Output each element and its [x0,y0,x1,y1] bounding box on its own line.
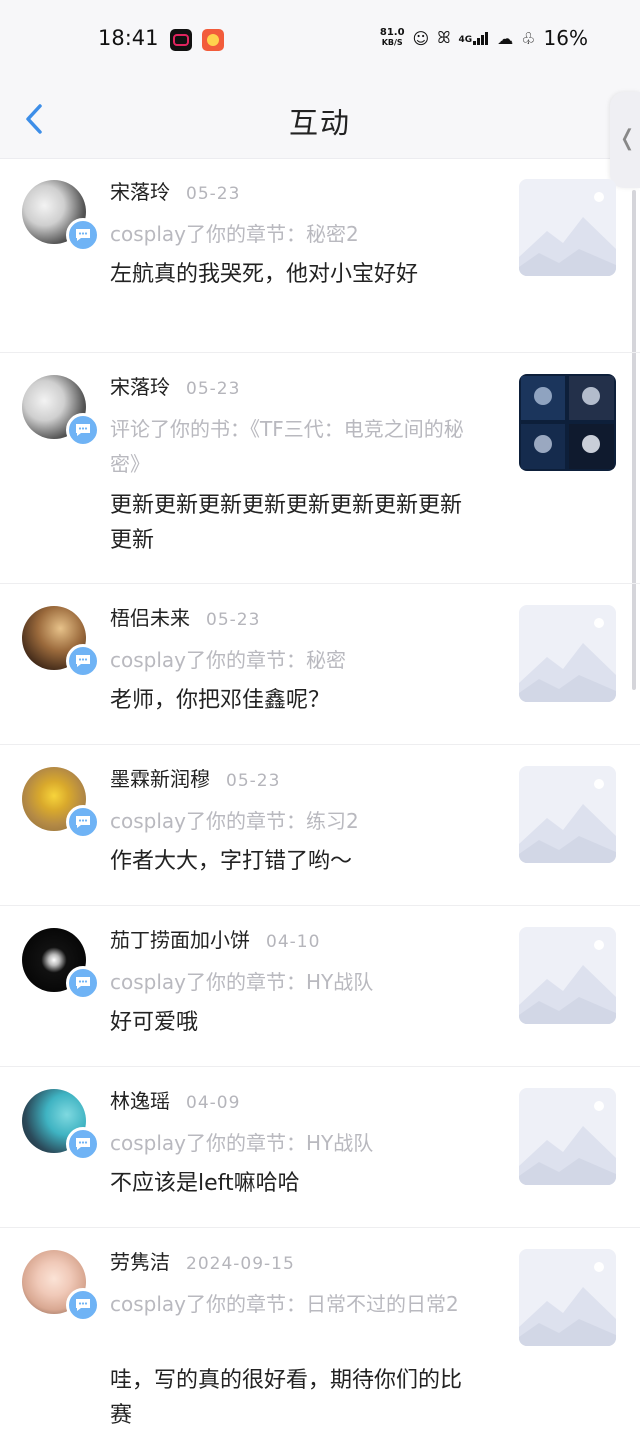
action-text: cosplay了你的章节：练习2 [110,809,359,833]
list-item[interactable]: 墨霖新润穆 05-23 cosplay了你的章节：练习2 作者大大，字打错了哟～ [0,745,640,906]
item-date: 04-09 [186,1093,241,1113]
item-date: 05-23 [226,771,281,791]
user-name[interactable]: 茄丁捞面加小饼 [110,928,250,952]
comment-badge-icon [66,1127,100,1161]
shop-app-icon [202,29,224,51]
user-name[interactable]: 梧侣未来 [110,606,190,630]
avatar[interactable] [22,1089,100,1161]
list-item[interactable]: 梧侣未来 05-23 cosplay了你的章节：秘密 老师，你把邓佳鑫呢？ [0,584,640,745]
chapter-thumbnail[interactable] [519,1249,616,1346]
status-time: 18:41 [98,26,159,50]
avatar[interactable] [22,606,100,678]
book-cover-thumbnail[interactable] [519,374,616,471]
action-text: 评论了你的书：《TF三代：电竞之间的秘密》 [110,417,464,476]
comment-text: 更新更新更新更新更新更新更新更新更新 [110,493,463,553]
header-bar: 互动 [0,80,640,159]
cloud-icon: ☁ [497,28,514,48]
interaction-list: 宋落玲 05-23 cosplay了你的章节：秘密2 左航真的我哭死，他对小宝好好… [0,158,640,1448]
comment-text: 左航真的我哭死，他对小宝好好 [110,262,419,287]
item-date: 05-23 [206,610,261,630]
chapter-thumbnail[interactable] [519,605,616,702]
avatar[interactable] [22,928,100,1000]
item-date: 2024-09-15 [186,1254,295,1274]
signal-icon: 4G [459,31,490,45]
list-item[interactable]: 宋落玲 05-23 cosplay了你的章节：秘密2 左航真的我哭死，他对小宝好好 [0,158,640,353]
net-speed-value: 81.0 [379,27,405,38]
user-name[interactable]: 宋落玲 [110,375,170,399]
comment-badge-icon [66,644,100,678]
comment-text: 好可爱哦 [110,1010,199,1035]
comment-badge-icon [66,413,100,447]
action-text: cosplay了你的章节：日常不过的日常2 [110,1292,459,1316]
comment-badge-icon [66,1288,100,1322]
rabbit-icon: ♧ [521,28,536,48]
comment-badge-icon [66,966,100,1000]
avatar[interactable] [22,180,100,252]
chevron-left-icon: ❬ [618,126,637,151]
comment-badge-icon [66,805,100,839]
item-date: 04-10 [266,932,321,952]
bow-icon: ꕤ [437,28,451,47]
user-name[interactable]: 墨霖新润穆 [110,767,210,791]
avatar[interactable] [22,767,100,839]
chapter-thumbnail[interactable] [519,179,616,276]
status-bar: 18:41 81.0 KB/S ☺ ꕤ 4G ☁ ♧ 16% [0,0,640,80]
list-item[interactable]: 茄丁捞面加小饼 04-10 cosplay了你的章节：HY战队 好可爱哦 [0,906,640,1067]
list-item[interactable]: 林逸瑶 04-09 cosplay了你的章节：HY战队 不应该是left嘛哈哈 [0,1067,640,1228]
user-name[interactable]: 林逸瑶 [110,1089,170,1113]
signal-label: 4G [458,35,473,45]
user-name[interactable]: 劳隽洁 [110,1250,170,1274]
list-item[interactable]: 劳隽洁 2024-09-15 cosplay了你的章节：日常不过的日常2 哇，写的… [0,1228,640,1448]
action-text: cosplay了你的章节：HY战队 [110,1131,374,1155]
comment-text: 不应该是left嘛哈哈 [110,1171,300,1196]
battery-level: 16% [543,26,588,50]
list-item[interactable]: 宋落玲 05-23 评论了你的书：《TF三代：电竞之间的秘密》 更新更新更新更新更… [0,353,640,584]
page-title: 互动 [288,106,351,140]
chapter-thumbnail[interactable] [519,927,616,1024]
recorder-app-icon [170,29,192,51]
comment-text: 老师，你把邓佳鑫呢？ [110,688,331,713]
net-speed: 81.0 KB/S [380,28,405,48]
comment-text: 哇，写的真的很好看，期待你们的比赛 [110,1368,463,1428]
action-text: cosplay了你的章节：HY战队 [110,970,374,994]
net-speed-unit: KB/S [381,38,403,47]
comment-badge-icon [66,218,100,252]
comment-text: 作者大大，字打错了哟～ [110,849,353,874]
chapter-thumbnail[interactable] [519,766,616,863]
status-indicators: 81.0 KB/S ☺ ꕤ 4G ☁ ♧ 16% [380,26,588,50]
avatar[interactable] [22,1250,100,1322]
avatar[interactable] [22,375,100,447]
user-name[interactable]: 宋落玲 [110,180,170,204]
action-text: cosplay了你的章节：秘密 [110,648,346,672]
item-date: 05-23 [186,379,241,399]
action-text: cosplay了你的章节：秘密2 [110,222,359,246]
item-date: 05-23 [186,184,241,204]
chapter-thumbnail[interactable] [519,1088,616,1185]
notification-icon: ☺ [412,28,430,48]
